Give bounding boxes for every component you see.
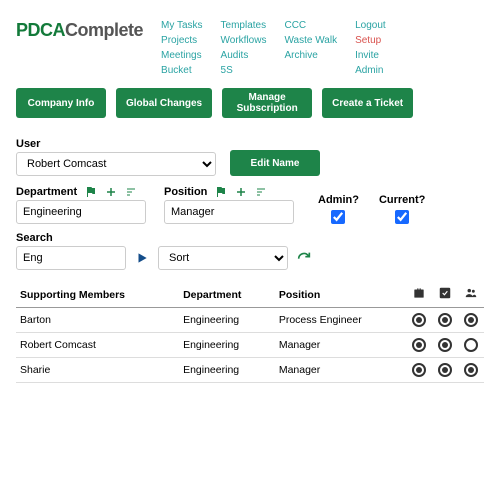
cell-position: Process Engineer bbox=[275, 308, 406, 333]
global-changes-button[interactable]: Global Changes bbox=[116, 88, 212, 118]
cell-department: Engineering bbox=[179, 308, 275, 333]
nav-link-archive[interactable]: Archive bbox=[284, 50, 337, 61]
nav-link-logout[interactable]: Logout bbox=[355, 20, 386, 31]
nav-link-invite[interactable]: Invite bbox=[355, 50, 386, 61]
nav-link-waste-walk[interactable]: Waste Walk bbox=[284, 35, 337, 46]
table-row: BartonEngineeringProcess Engineer bbox=[16, 308, 484, 333]
nav-link-bucket[interactable]: Bucket bbox=[161, 65, 203, 76]
sort-list-icon[interactable] bbox=[125, 186, 137, 198]
position-input[interactable] bbox=[164, 200, 294, 224]
radio-briefcase[interactable] bbox=[412, 313, 426, 327]
current-label: Current? bbox=[379, 194, 425, 206]
col-position: Position bbox=[275, 282, 406, 308]
cell-department: Engineering bbox=[179, 333, 275, 358]
refresh-icon[interactable] bbox=[296, 250, 312, 266]
nav-link-ccc[interactable]: CCC bbox=[284, 20, 337, 31]
table-row: SharieEngineeringManager bbox=[16, 358, 484, 383]
col-group bbox=[458, 282, 484, 308]
admin-checkbox[interactable] bbox=[331, 210, 345, 224]
radio-briefcase[interactable] bbox=[412, 363, 426, 377]
radio-checkbox[interactable] bbox=[438, 313, 452, 327]
nav-link-projects[interactable]: Projects bbox=[161, 35, 203, 46]
search-input[interactable] bbox=[16, 246, 126, 270]
app-logo: PDCAComplete bbox=[16, 20, 143, 41]
cell-position: Manager bbox=[275, 358, 406, 383]
nav-link-setup[interactable]: Setup bbox=[355, 35, 386, 46]
nav-link-templates[interactable]: Templates bbox=[221, 20, 267, 31]
nav-link-my-tasks[interactable]: My Tasks bbox=[161, 20, 203, 31]
plus-icon[interactable] bbox=[105, 186, 117, 198]
manage-subscription-button[interactable]: ManageSubscription bbox=[222, 88, 312, 118]
nav-link-meetings[interactable]: Meetings bbox=[161, 50, 203, 61]
department-label: Department bbox=[16, 186, 77, 198]
plus-icon[interactable] bbox=[235, 186, 247, 198]
col-briefcase bbox=[406, 282, 432, 308]
cell-name: Robert Comcast bbox=[16, 333, 179, 358]
cell-department: Engineering bbox=[179, 358, 275, 383]
position-label: Position bbox=[164, 186, 207, 198]
members-table: Supporting Members Department Position B… bbox=[16, 282, 484, 383]
admin-label: Admin? bbox=[318, 194, 359, 206]
user-select[interactable]: Robert Comcast bbox=[16, 152, 216, 176]
radio-group[interactable] bbox=[464, 313, 478, 327]
nav-link-audits[interactable]: Audits bbox=[221, 50, 267, 61]
radio-checkbox[interactable] bbox=[438, 363, 452, 377]
search-label: Search bbox=[16, 232, 126, 244]
flag-icon[interactable] bbox=[85, 186, 97, 198]
nav-link-workflows[interactable]: Workflows bbox=[221, 35, 267, 46]
nav-link-admin[interactable]: Admin bbox=[355, 65, 386, 76]
col-supporting-members: Supporting Members bbox=[16, 282, 179, 308]
edit-name-button[interactable]: Edit Name bbox=[230, 150, 320, 176]
current-checkbox[interactable] bbox=[395, 210, 409, 224]
col-checkbox bbox=[432, 282, 458, 308]
cell-name: Sharie bbox=[16, 358, 179, 383]
radio-checkbox[interactable] bbox=[438, 338, 452, 352]
table-row: Robert ComcastEngineeringManager bbox=[16, 333, 484, 358]
radio-briefcase[interactable] bbox=[412, 338, 426, 352]
cell-position: Manager bbox=[275, 333, 406, 358]
top-nav: My Tasks Projects Meetings Bucket Templates… bbox=[161, 20, 386, 76]
company-info-button[interactable]: Company Info bbox=[16, 88, 106, 118]
sort-list-icon[interactable] bbox=[255, 186, 267, 198]
col-department: Department bbox=[179, 282, 275, 308]
radio-group[interactable] bbox=[464, 338, 478, 352]
nav-link-5s[interactable]: 5S bbox=[221, 65, 267, 76]
play-icon[interactable] bbox=[134, 250, 150, 266]
sort-select[interactable]: Sort bbox=[158, 246, 288, 270]
radio-group[interactable] bbox=[464, 363, 478, 377]
department-input[interactable] bbox=[16, 200, 146, 224]
user-label: User bbox=[16, 138, 216, 150]
flag-icon[interactable] bbox=[215, 186, 227, 198]
cell-name: Barton bbox=[16, 308, 179, 333]
create-ticket-button[interactable]: Create a Ticket bbox=[322, 88, 413, 118]
